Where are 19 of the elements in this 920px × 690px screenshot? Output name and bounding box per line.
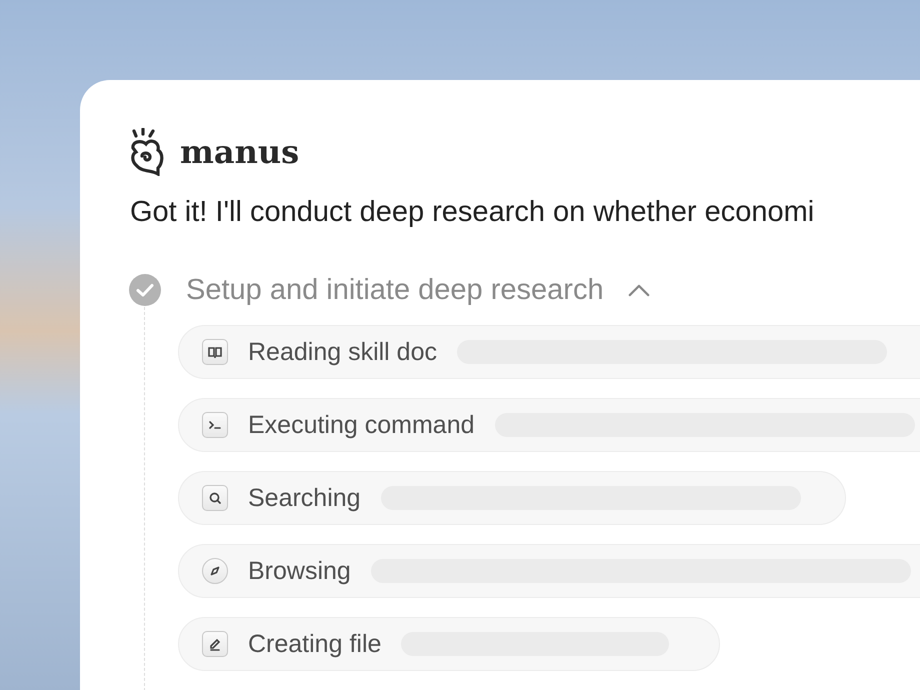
- step-pill[interactable]: Executing command: [178, 398, 920, 452]
- step-pill[interactable]: Searching: [178, 471, 846, 525]
- step-pill[interactable]: Creating file: [178, 617, 720, 671]
- step-icon: [202, 485, 228, 511]
- step-label: Browsing: [248, 556, 351, 586]
- chevron-icon[interactable]: [628, 284, 650, 296]
- step-pill[interactable]: Browsing: [178, 544, 920, 598]
- step-icon: [202, 631, 228, 657]
- task-title: Setup and initiate deep research: [186, 274, 604, 306]
- step-pill[interactable]: Reading skill doc: [178, 325, 920, 379]
- step-label: Reading skill doc: [248, 338, 437, 366]
- step-label: Executing command: [248, 410, 475, 440]
- step-label: Searching: [248, 484, 361, 512]
- step-icon: [202, 412, 228, 438]
- assistant-message: Got it! I'll conduct deep research on whether economi: [130, 196, 816, 229]
- app-name: manus: [180, 133, 300, 171]
- step-label: Creating file: [248, 630, 382, 658]
- step-icon: [202, 339, 228, 365]
- step-icon: [202, 558, 228, 584]
